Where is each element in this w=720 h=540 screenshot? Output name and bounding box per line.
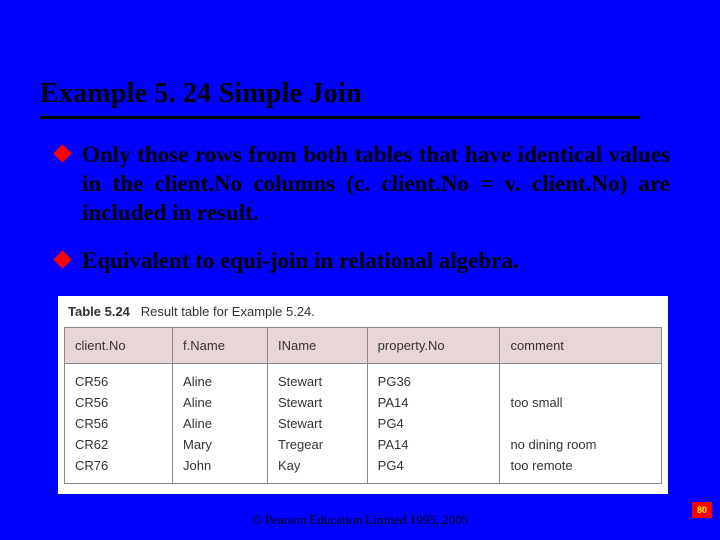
table-row: CR76 John Kay PG4 too remote: [65, 455, 662, 484]
cell: CR62: [65, 434, 173, 455]
cell: PA14: [367, 434, 500, 455]
bullet-item: Only those rows from both tables that ha…: [56, 141, 670, 227]
cell: PG36: [367, 364, 500, 393]
bullet-item: Equivalent to equi-join in relational al…: [56, 247, 670, 276]
cell: CR56: [65, 392, 173, 413]
cell: no dining room: [500, 434, 662, 455]
cell: CR76: [65, 455, 173, 484]
bullet-diamond-icon: [53, 251, 71, 269]
cell: CR56: [65, 364, 173, 393]
col-header: IName: [267, 328, 367, 364]
page-number: 80: [692, 502, 712, 518]
bullet-text: Equivalent to equi-join in relational al…: [82, 248, 519, 273]
col-header: property.No: [367, 328, 500, 364]
cell: Stewart: [267, 413, 367, 434]
col-header: f.Name: [173, 328, 268, 364]
cell: Stewart: [267, 392, 367, 413]
cell: PA14: [367, 392, 500, 413]
table-caption: Table 5.24 Result table for Example 5.24…: [68, 304, 662, 319]
col-header: comment: [500, 328, 662, 364]
cell: Aline: [173, 413, 268, 434]
title-area: Example 5. 24 Simple Join: [0, 0, 720, 119]
table-figure: Table 5.24 Result table for Example 5.24…: [58, 296, 668, 494]
table-caption-label: Table 5.24: [68, 304, 130, 319]
table-header-row: client.No f.Name IName property.No comme…: [65, 328, 662, 364]
slide: Example 5. 24 Simple Join Only those row…: [0, 0, 720, 540]
col-header: client.No: [65, 328, 173, 364]
table-row: CR56 Aline Stewart PA14 too small: [65, 392, 662, 413]
bullet-list: Only those rows from both tables that ha…: [0, 119, 720, 276]
result-table: client.No f.Name IName property.No comme…: [64, 327, 662, 484]
cell: too remote: [500, 455, 662, 484]
cell: Stewart: [267, 364, 367, 393]
table-row: CR62 Mary Tregear PA14 no dining room: [65, 434, 662, 455]
cell: Aline: [173, 364, 268, 393]
table-row: CR56 Aline Stewart PG4: [65, 413, 662, 434]
cell: PG4: [367, 413, 500, 434]
cell: [500, 413, 662, 434]
cell: Kay: [267, 455, 367, 484]
table-row: CR56 Aline Stewart PG36: [65, 364, 662, 393]
cell: PG4: [367, 455, 500, 484]
bullet-text: Only those rows from both tables that ha…: [82, 142, 670, 225]
cell: John: [173, 455, 268, 484]
cell: Tregear: [267, 434, 367, 455]
slide-title: Example 5. 24 Simple Join: [40, 78, 680, 110]
table-caption-text: Result table for Example 5.24.: [141, 304, 315, 319]
cell: [500, 364, 662, 393]
copyright-footer: © Pearson Education Limited 1995, 2005: [0, 512, 720, 528]
bullet-diamond-icon: [53, 144, 71, 162]
cell: too small: [500, 392, 662, 413]
cell: Aline: [173, 392, 268, 413]
cell: Mary: [173, 434, 268, 455]
cell: CR56: [65, 413, 173, 434]
